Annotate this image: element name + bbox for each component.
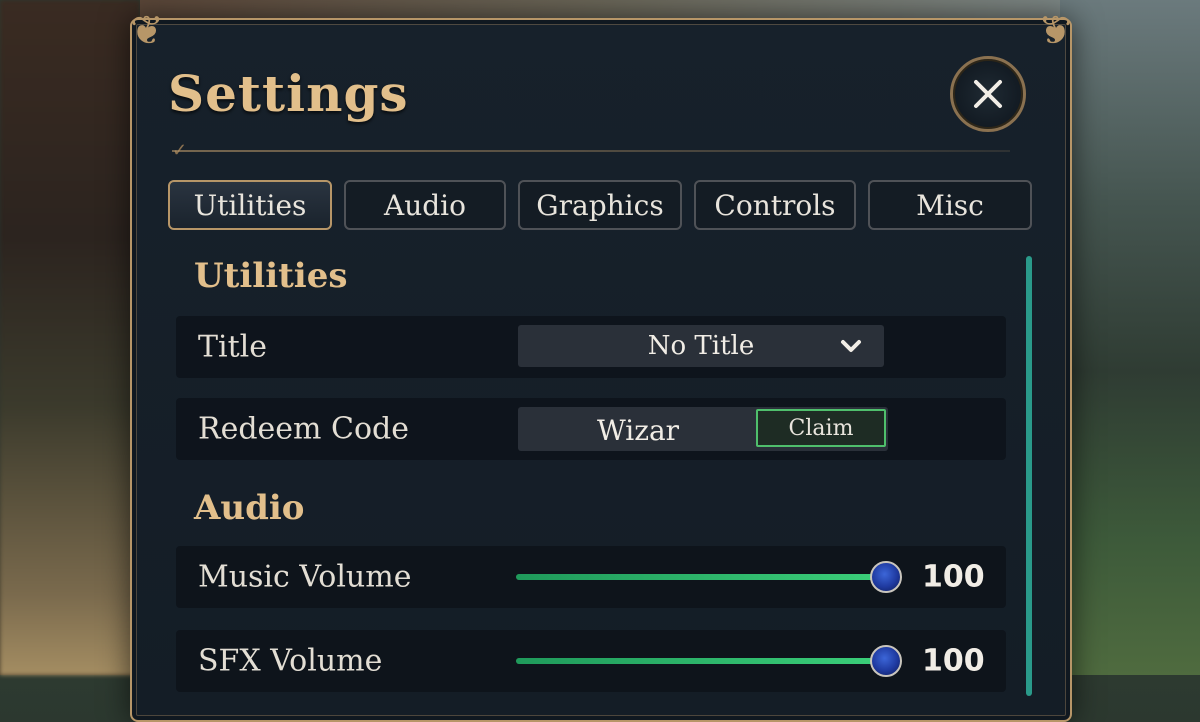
setting-row-sfx-volume: SFX Volume 100 bbox=[176, 630, 1006, 692]
dropdown-value: No Title bbox=[647, 331, 755, 361]
close-button[interactable] bbox=[950, 56, 1026, 132]
close-icon bbox=[974, 80, 1002, 108]
tab-audio[interactable]: Audio bbox=[344, 180, 506, 230]
tab-misc[interactable]: Misc bbox=[868, 180, 1032, 230]
chevron-down-icon bbox=[841, 340, 861, 352]
redeem-code-input[interactable] bbox=[518, 407, 758, 453]
section-heading-audio: Audio bbox=[194, 488, 305, 528]
setting-row-title: Title No Title bbox=[176, 316, 1006, 378]
setting-label: Redeem Code bbox=[198, 411, 410, 447]
slider-fill bbox=[516, 658, 886, 664]
scrollbar[interactable] bbox=[1026, 256, 1032, 696]
slider-knob[interactable] bbox=[870, 645, 902, 677]
setting-row-redeem: Redeem Code Claim bbox=[176, 398, 1006, 460]
page-title: Settings bbox=[168, 64, 409, 123]
slider-fill bbox=[516, 574, 886, 580]
section-heading-utilities: Utilities bbox=[194, 256, 348, 296]
setting-label: Music Volume bbox=[198, 559, 412, 595]
tab-graphics[interactable]: Graphics bbox=[518, 180, 682, 230]
music-volume-slider[interactable] bbox=[516, 546, 902, 608]
setting-label: SFX Volume bbox=[198, 643, 383, 679]
tab-controls[interactable]: Controls bbox=[694, 180, 856, 230]
background-right bbox=[1060, 0, 1200, 675]
music-volume-value: 100 bbox=[922, 559, 985, 595]
sfx-volume-value: 100 bbox=[922, 643, 985, 679]
setting-row-music-volume: Music Volume 100 bbox=[176, 546, 1006, 608]
title-dropdown[interactable]: No Title bbox=[518, 325, 884, 367]
ornament-corner-icon: ❦ bbox=[1038, 8, 1072, 54]
setting-label: Title bbox=[198, 329, 268, 365]
tab-bar: Utilities Audio Graphics Controls Misc bbox=[168, 180, 1032, 230]
settings-panel: ❦ ❦ Settings ✓ Utilities Audio Graphics … bbox=[130, 8, 1072, 722]
claim-button[interactable]: Claim bbox=[756, 409, 886, 447]
redeem-code-box: Claim bbox=[518, 407, 888, 453]
ornament-corner-icon: ❦ bbox=[130, 8, 164, 54]
tab-utilities[interactable]: Utilities bbox=[168, 180, 332, 230]
slider-knob[interactable] bbox=[870, 561, 902, 593]
sfx-volume-slider[interactable] bbox=[516, 630, 902, 692]
divider bbox=[172, 150, 1010, 152]
background-left bbox=[0, 0, 140, 675]
